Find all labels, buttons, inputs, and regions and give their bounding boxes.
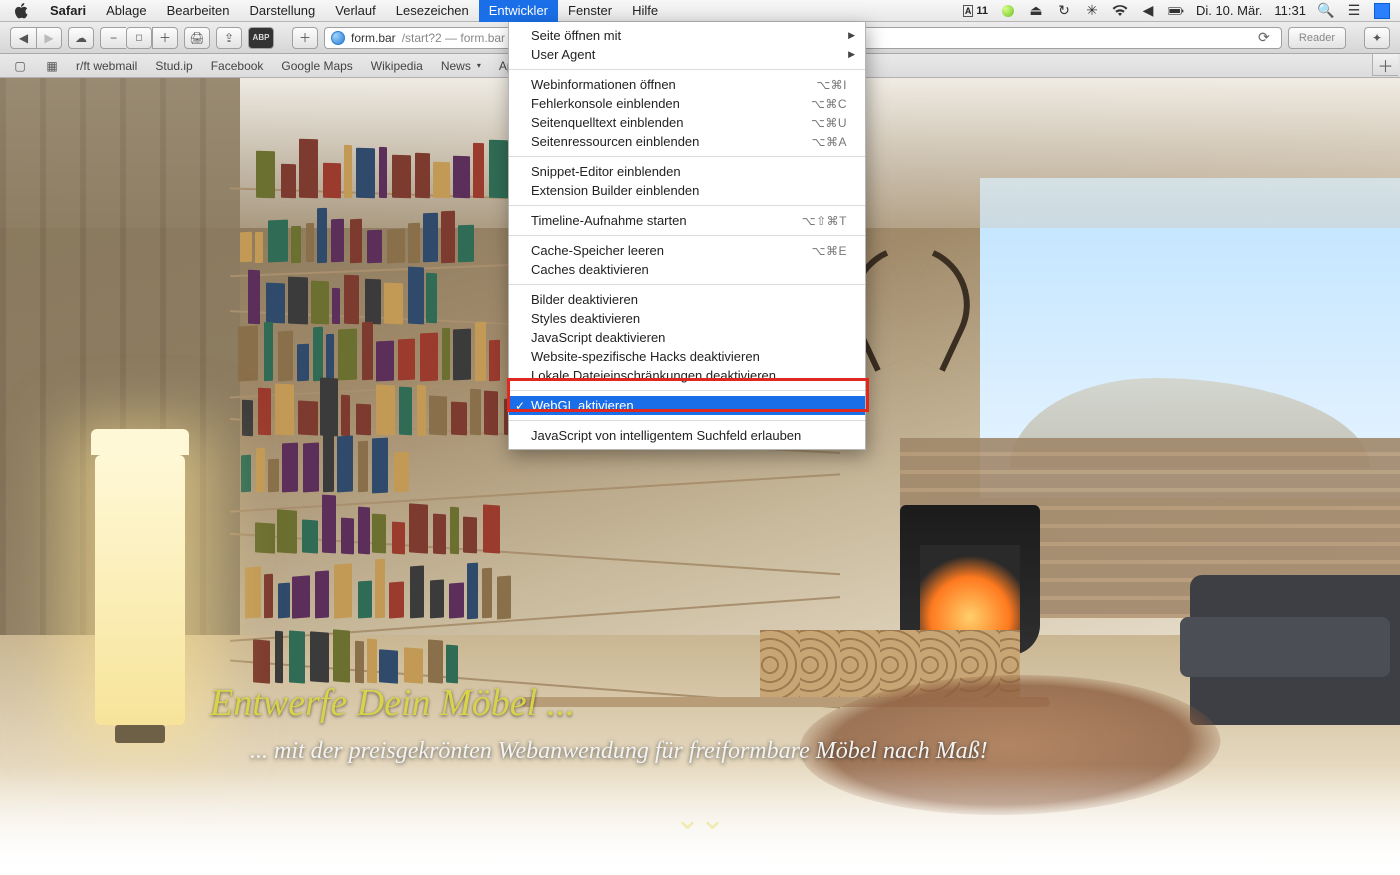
menu-entwickler[interactable]: Entwickler bbox=[479, 0, 558, 22]
bookmark-item[interactable]: Google Maps bbox=[281, 59, 352, 73]
sofa bbox=[1190, 575, 1400, 725]
add-bookmark-button[interactable]: ＋ bbox=[292, 27, 318, 49]
apple-menu-icon[interactable] bbox=[12, 2, 30, 20]
menu-item[interactable]: Timeline-Aufnahme starten⌥⇧⌘T bbox=[509, 211, 865, 230]
floor-lamp bbox=[95, 455, 185, 725]
bookmark-item[interactable]: Wikipedia bbox=[371, 59, 423, 73]
menu-item[interactable]: Webinformationen öffnen⌥⌘I bbox=[509, 75, 865, 94]
nav-buttons: ◀ ▶ bbox=[10, 27, 62, 49]
menu-item[interactable]: Seite öffnen mit bbox=[509, 26, 865, 45]
menu-ablage[interactable]: Ablage bbox=[96, 0, 156, 22]
menu-item[interactable]: Styles deaktivieren bbox=[509, 309, 865, 328]
menu-item[interactable]: Bilder deaktivieren bbox=[509, 290, 865, 309]
hero-headline: Entwerfe Dein Möbel ... bbox=[210, 681, 575, 725]
list-icon[interactable]: ☰ bbox=[1346, 3, 1362, 19]
page-settings-button[interactable]: ✦ bbox=[1364, 27, 1390, 49]
hero-subline: ... mit der preisgekrönten Webanwendung … bbox=[250, 738, 988, 765]
menu-item[interactable]: Cache-Speicher leeren⌥⌘E bbox=[509, 241, 865, 260]
bottom-fade bbox=[0, 765, 1400, 875]
menu-item[interactable]: User Agent bbox=[509, 45, 865, 64]
menu-item[interactable]: Website-spezifische Hacks deaktivieren bbox=[509, 347, 865, 366]
bookmark-item[interactable]: Stud.ip bbox=[155, 59, 192, 73]
adobe-indicator[interactable]: A11 bbox=[963, 5, 988, 17]
menu-item[interactable]: Extension Builder einblenden bbox=[509, 181, 865, 200]
menu-item[interactable]: Fehlerkonsole einblenden⌥⌘C bbox=[509, 94, 865, 113]
menu-item[interactable]: JavaScript von intelligentem Suchfeld er… bbox=[509, 426, 865, 445]
menubar-time[interactable]: 11:31 bbox=[1274, 3, 1306, 18]
zoom-out-button[interactable]: − bbox=[100, 27, 126, 49]
reload-icon[interactable]: ⟳ bbox=[1253, 29, 1275, 46]
timemachine-icon[interactable]: ↻ bbox=[1056, 3, 1072, 19]
airplay-icon[interactable]: ⏏ bbox=[1028, 3, 1044, 19]
developer-menu-dropdown: Seite öffnen mitUser Agent Webinformation… bbox=[508, 22, 866, 450]
back-button[interactable]: ◀ bbox=[10, 27, 36, 49]
macos-menubar: Safari AblageBearbeitenDarstellungVerlau… bbox=[0, 0, 1400, 22]
app-name[interactable]: Safari bbox=[40, 3, 96, 18]
bluetooth-icon[interactable]: ✳ bbox=[1084, 3, 1100, 19]
site-favicon-icon bbox=[331, 31, 345, 45]
spotlight-icon[interactable]: 🔍 bbox=[1318, 3, 1334, 19]
menu-bearbeiten[interactable]: Bearbeiten bbox=[157, 0, 240, 22]
bookmark-item[interactable]: Facebook bbox=[211, 59, 264, 73]
forward-button[interactable]: ▶ bbox=[36, 27, 62, 49]
menu-item[interactable]: Seitenressourcen einblenden⌥⌘A bbox=[509, 132, 865, 151]
menu-item[interactable]: ✓WebGL aktivieren bbox=[509, 396, 865, 415]
menu-hilfe[interactable]: Hilfe bbox=[622, 0, 668, 22]
print-button[interactable]: 🖨 bbox=[184, 27, 210, 49]
share-button[interactable]: ⇪ bbox=[216, 27, 242, 49]
bookmark-item[interactable]: r/ft webmail bbox=[76, 59, 137, 73]
green-dot-icon[interactable] bbox=[1000, 3, 1016, 19]
menubar-status-area: A11 ⏏ ↻ ✳ ◀ Di. 10. Mär. 11:31 🔍 ☰ bbox=[963, 3, 1400, 19]
wifi-icon[interactable] bbox=[1112, 3, 1128, 19]
icloud-tabs-button[interactable]: ☁ bbox=[68, 27, 94, 49]
antlers-decor bbox=[850, 258, 970, 378]
menu-darstellung[interactable]: Darstellung bbox=[240, 0, 326, 22]
reader-button[interactable]: Reader bbox=[1288, 27, 1346, 49]
battery-icon[interactable] bbox=[1168, 3, 1184, 19]
menu-fenster[interactable]: Fenster bbox=[558, 0, 622, 22]
menu-lesezeichen[interactable]: Lesezeichen bbox=[386, 0, 479, 22]
volume-icon[interactable]: ◀ bbox=[1140, 3, 1156, 19]
new-tab-button[interactable]: ＋ bbox=[1372, 54, 1398, 76]
topsites-icon[interactable]: ▦ bbox=[44, 58, 60, 74]
menu-item[interactable]: Caches deaktivieren bbox=[509, 260, 865, 279]
bookmarks-book-icon[interactable]: ▢ bbox=[12, 58, 28, 74]
zoom-in-button[interactable]: ＋ bbox=[152, 27, 178, 49]
url-path: /start?2 — form.bar bbox=[402, 31, 505, 45]
notification-center-icon[interactable] bbox=[1374, 3, 1390, 19]
zoom-reset-button[interactable]: ◻ bbox=[126, 27, 152, 49]
menu-item[interactable]: Snippet-Editor einblenden bbox=[509, 162, 865, 181]
menu-item[interactable]: Seitenquelltext einblenden⌥⌘U bbox=[509, 113, 865, 132]
bookmark-item[interactable]: News▾ bbox=[441, 59, 481, 73]
url-domain: form.bar bbox=[351, 31, 396, 45]
menubar-date[interactable]: Di. 10. Mär. bbox=[1196, 3, 1262, 18]
abp-button[interactable]: ABP bbox=[248, 27, 274, 49]
menu-verlauf[interactable]: Verlauf bbox=[325, 0, 385, 22]
menu-item[interactable]: JavaScript deaktivieren bbox=[509, 328, 865, 347]
menu-item[interactable]: Lokale Dateieinschränkungen deaktivieren bbox=[509, 366, 865, 385]
